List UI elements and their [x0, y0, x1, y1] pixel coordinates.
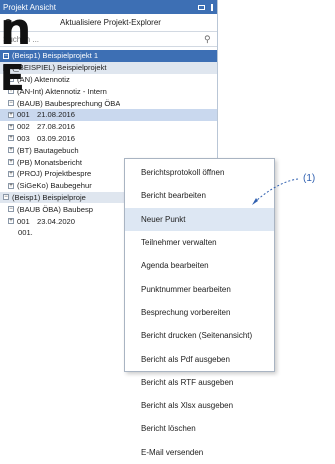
- context-menu-item[interactable]: Teilnehmer verwalten: [125, 231, 274, 254]
- expand-icon[interactable]: [8, 135, 14, 142]
- context-menu-item[interactable]: E-Mail versenden: [125, 441, 274, 464]
- tree-item-label: 27.08.2016: [37, 122, 76, 132]
- expand-icon[interactable]: [8, 182, 14, 189]
- context-menu-item[interactable]: Bericht als Xlsx ausgeben: [125, 394, 274, 417]
- callout-label: (1): [303, 173, 316, 184]
- tree-item-label: (AN-Int) Aktennotiz - Intern: [17, 86, 107, 96]
- expand-icon[interactable]: [8, 123, 14, 130]
- tree-item[interactable]: (AN-Int) Aktennotiz - Intern: [0, 85, 217, 97]
- tree-item-label: 001.: [18, 228, 33, 238]
- expand-icon[interactable]: [8, 159, 14, 166]
- context-menu-item[interactable]: Bericht als Pdf ausgeben: [125, 347, 274, 370]
- tree-item[interactable]: (BAUB) Baubesprechung ÖBA: [0, 97, 217, 109]
- tree-item-number: 001: [17, 110, 30, 120]
- collapse-icon[interactable]: [8, 206, 14, 213]
- tree-item[interactable]: 002 27.08.2016: [0, 121, 217, 133]
- tree-item[interactable]: (Beisp1) Beispielprojekt 1: [0, 50, 217, 62]
- tree-item-number: 002: [17, 122, 30, 132]
- pin-icon[interactable]: [211, 3, 213, 11]
- context-menu-item[interactable]: Punktnummer bearbeiten: [125, 277, 274, 300]
- panel-titlebar: Projekt Ansicht: [0, 0, 217, 14]
- tree-item-label: (PB) Monatsbericht: [17, 157, 82, 167]
- tree-item-label: (_BEISPIEL) Beispielprojekt: [12, 63, 107, 73]
- overlay-glyph-n: n: [0, 4, 32, 55]
- tree-item-label: 21.08.2016: [37, 110, 76, 120]
- tree-item-label: (AN) Aktennotiz: [17, 74, 70, 84]
- tree-item-label: (BAUB) Baubesprechung ÖBA: [17, 98, 121, 108]
- context-menu-item[interactable]: Besprechung vorbereiten: [125, 301, 274, 324]
- context-menu-item[interactable]: Bericht als RTF ausgeben: [125, 371, 274, 394]
- overlay-glyph-e: E: [0, 58, 25, 99]
- expand-icon[interactable]: [8, 111, 14, 118]
- tree-item[interactable]: (_BEISPIEL) Beispielprojekt: [0, 61, 217, 74]
- tree-item-label: (BT) Bautagebuch: [17, 145, 79, 155]
- tree-item-label: (Beisp1) Beispielproje: [12, 192, 86, 202]
- tree-item-number: 003: [17, 133, 30, 143]
- tree-item-label: 23.04.2020: [37, 216, 76, 226]
- search-icon[interactable]: ⚲: [204, 34, 211, 45]
- expand-icon[interactable]: [8, 170, 14, 177]
- context-menu-item[interactable]: Bericht drucken (Seitenansicht): [125, 324, 274, 347]
- callout-arrow: [252, 178, 299, 205]
- tree-item[interactable]: 003 03.09.2016: [0, 133, 217, 145]
- context-menu-item[interactable]: Neuer Punkt: [125, 207, 274, 231]
- refresh-explorer-button[interactable]: ⟳ Aktualisiere Projekt-Explorer: [0, 14, 217, 32]
- expand-icon[interactable]: [8, 147, 14, 154]
- tree-item[interactable]: (AN) Aktennotiz: [0, 74, 217, 86]
- tree-item-number: 001: [17, 216, 30, 226]
- search-input[interactable]: [3, 34, 205, 44]
- collapse-icon[interactable]: [8, 100, 14, 107]
- search-bar: ⚲: [0, 32, 217, 47]
- window-icon[interactable]: [198, 4, 205, 10]
- collapse-icon[interactable]: [3, 194, 9, 201]
- refresh-explorer-label: Aktualisiere Projekt-Explorer: [60, 18, 161, 27]
- tree-item[interactable]: (BT) Bautagebuch: [0, 144, 217, 156]
- expand-icon[interactable]: [8, 218, 14, 225]
- tree-item-label: (BAUB ÖBA) Baubesp: [17, 204, 93, 214]
- context-menu-item[interactable]: Bericht löschen: [125, 417, 274, 440]
- tree-item-label: 03.09.2016: [37, 133, 76, 143]
- tree-item-label: (SiGeKo) Baubegehur: [17, 181, 92, 191]
- tree-item-label: (PROJ) Projektbespre: [17, 169, 92, 179]
- tree-item[interactable]: 001 21.08.2016: [0, 108, 217, 121]
- context-menu-item[interactable]: Agenda bearbeiten: [125, 254, 274, 277]
